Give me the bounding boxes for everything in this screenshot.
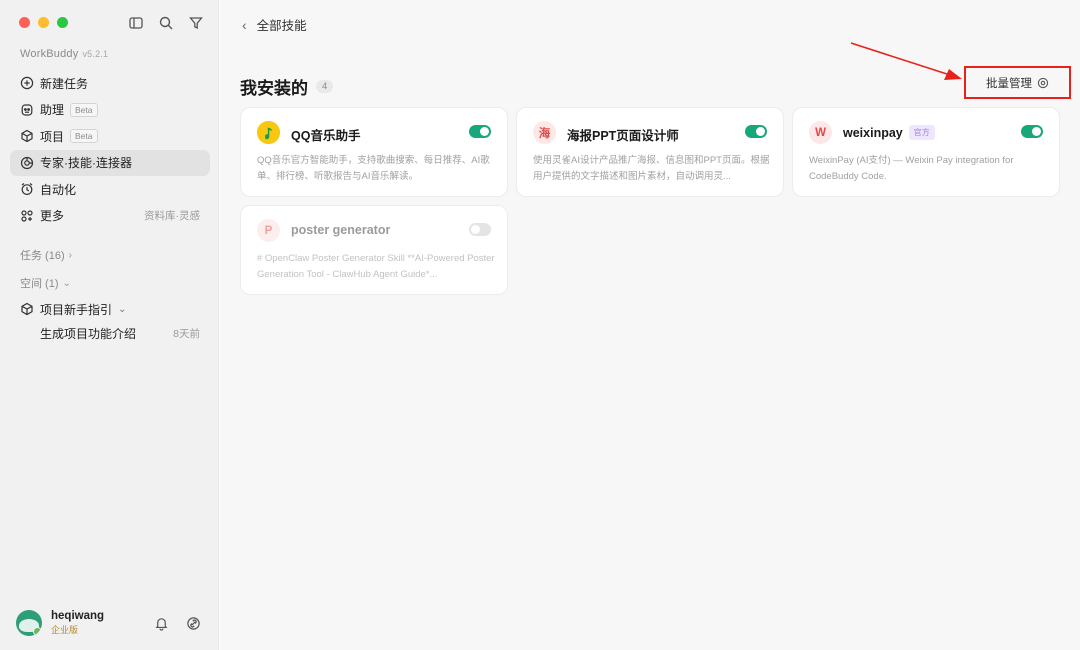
project-task-label: 生成项目功能介绍 bbox=[40, 326, 137, 341]
skill-letter-icon: P bbox=[257, 219, 280, 242]
skill-toggle[interactable] bbox=[469, 125, 491, 138]
skill-name-text: weixinpay bbox=[843, 125, 903, 140]
project-header[interactable]: 项目新手指引 ⌄ bbox=[10, 298, 210, 320]
official-badge: 官方 bbox=[908, 125, 935, 140]
window-controls bbox=[19, 17, 68, 28]
skill-name: weixinpay 官方 bbox=[843, 125, 935, 140]
skill-description: WeixinPay (AI支付) — Weixin Pay integratio… bbox=[809, 155, 1014, 182]
nav-item-label: 更多 bbox=[40, 209, 65, 223]
app-brand: WorkBuddy v5.2.1 bbox=[20, 48, 108, 60]
page-title: 我安装的 bbox=[240, 79, 308, 98]
nav-item-label: 助理 bbox=[40, 103, 65, 117]
sidebar: WorkBuddy v5.2.1 新建任务 助理 Beta 项目 Beta 专家·… bbox=[0, 0, 219, 650]
nav-item-automation[interactable]: 自动化 bbox=[10, 176, 210, 202]
batch-manage-button[interactable]: 批量管理 bbox=[964, 66, 1071, 99]
skill-letter-icon: W bbox=[809, 121, 832, 144]
user-name: heqiwang bbox=[51, 610, 105, 622]
skill-name-text: QQ音乐助手 bbox=[291, 129, 361, 143]
nav-item-label: 自动化 bbox=[40, 182, 77, 197]
skill-card-poster-generator[interactable]: P poster generator # OpenClaw Poster Gen… bbox=[240, 205, 508, 295]
skill-description: # OpenClaw Poster Generator Skill **AI-P… bbox=[257, 253, 495, 280]
nav-item-assistant[interactable]: 助理 Beta bbox=[10, 97, 210, 123]
skill-toggle[interactable] bbox=[1021, 125, 1043, 138]
skill-description: QQ音乐官方智能助手，支持歌曲搜索、每日推荐、AI歌单、排行榜、听歌报告与AI音… bbox=[257, 155, 490, 182]
back-button[interactable]: ‹ 全部技能 bbox=[242, 15, 307, 34]
spaces-section-toggle[interactable]: 空间 (1) ⌄ bbox=[20, 275, 71, 291]
app-version: v5.2.1 bbox=[82, 49, 109, 59]
link-icon[interactable] bbox=[184, 614, 202, 632]
back-label: 全部技能 bbox=[256, 19, 307, 33]
close-window-button[interactable] bbox=[19, 17, 30, 28]
beta-badge: Beta bbox=[70, 102, 98, 117]
zoom-window-button[interactable] bbox=[57, 17, 68, 28]
nav-item-new-task[interactable]: 新建任务 bbox=[10, 70, 210, 96]
beta-badge: Beta bbox=[70, 129, 98, 143]
grid-more-icon bbox=[20, 209, 34, 223]
batch-manage-label: 批量管理 bbox=[986, 77, 1032, 90]
nav-item-project[interactable]: 项目 Beta bbox=[10, 123, 210, 149]
filter-icon[interactable] bbox=[187, 14, 205, 32]
skill-toggle[interactable] bbox=[469, 223, 491, 236]
search-icon[interactable] bbox=[157, 14, 175, 32]
section-heading: 我安装的 4 bbox=[240, 74, 334, 99]
app-name: WorkBuddy bbox=[20, 48, 79, 60]
skill-card-qq-music[interactable]: QQ音乐助手 QQ音乐官方智能助手，支持歌曲搜索、每日推荐、AI歌单、排行榜、听… bbox=[240, 107, 508, 197]
skills-icon bbox=[20, 156, 34, 170]
main-content: ‹ 全部技能 我安装的 4 批量管理 QQ音乐助手 QQ音乐官方智能助手，支持歌… bbox=[220, 0, 1080, 650]
count-badge: 4 bbox=[316, 80, 334, 93]
chevron-right-icon: › bbox=[68, 249, 72, 261]
tasks-section-toggle[interactable]: 任务 (16) › bbox=[20, 247, 72, 263]
tasks-section-label: 任务 (16) bbox=[20, 250, 65, 262]
project-task-item[interactable]: 生成项目功能介绍 8天前 bbox=[10, 320, 210, 346]
sidebar-toolbar bbox=[127, 14, 205, 32]
project-icon bbox=[20, 129, 34, 143]
chevron-down-icon: ⌄ bbox=[118, 303, 127, 315]
skill-name: poster generator bbox=[291, 223, 390, 237]
plus-circle-icon bbox=[20, 76, 34, 90]
user-tier: 企业版 bbox=[51, 625, 79, 635]
project-name: 项目新手指引 bbox=[40, 302, 113, 317]
spaces-section-label: 空间 (1) bbox=[20, 278, 59, 290]
user-profile[interactable]: heqiwang 企业版 bbox=[16, 608, 206, 638]
qq-music-icon bbox=[257, 121, 280, 144]
avatar bbox=[16, 610, 42, 636]
nav-item-hint: 资料库·灵感 bbox=[144, 210, 200, 222]
sidebar-toggle-icon[interactable] bbox=[127, 14, 145, 32]
skill-name-text: poster generator bbox=[291, 223, 391, 237]
skill-name-text: 海报PPT页面设计师 bbox=[567, 129, 679, 143]
nav-item-more[interactable]: 更多 资料库·灵感 bbox=[10, 203, 210, 229]
chevron-down-icon: ⌄ bbox=[62, 277, 71, 289]
skill-name: 海报PPT页面设计师 bbox=[567, 125, 679, 144]
skill-letter-icon: 海 bbox=[533, 121, 556, 144]
alarm-clock-icon bbox=[20, 182, 34, 196]
sidebar-nav: 新建任务 助理 Beta 项目 Beta 专家·技能·连接器 自动化 更多 资料… bbox=[10, 70, 210, 229]
project-group: 项目新手指引 ⌄ 生成项目功能介绍 8天前 bbox=[10, 298, 210, 346]
assistant-icon bbox=[20, 103, 34, 117]
chevron-left-icon: ‹ bbox=[242, 16, 247, 33]
bell-icon[interactable] bbox=[152, 614, 170, 632]
project-task-time: 8天前 bbox=[173, 327, 200, 340]
skill-card-poster-ppt-designer[interactable]: 海 海报PPT页面设计师 使用灵雀AI设计产品推广海报、信息图和PPT页面。根据… bbox=[516, 107, 784, 197]
gear-icon bbox=[1037, 77, 1049, 89]
skill-toggle[interactable] bbox=[745, 125, 767, 138]
skill-card-weixinpay[interactable]: W weixinpay 官方 WeixinPay (AI支付) — Weixin … bbox=[792, 107, 1060, 197]
nav-item-skills[interactable]: 专家·技能·连接器 bbox=[10, 149, 210, 176]
skill-description: 使用灵雀AI设计产品推广海报、信息图和PPT页面。根据用户提供的文字描述和图片素… bbox=[533, 155, 770, 182]
nav-item-label: 项目 bbox=[40, 129, 65, 144]
status-dot bbox=[33, 627, 42, 636]
nav-item-label: 新建任务 bbox=[40, 76, 89, 91]
skill-name: QQ音乐助手 bbox=[291, 125, 360, 144]
project-icon bbox=[20, 302, 34, 316]
annotation-arrow bbox=[850, 42, 962, 80]
minimize-window-button[interactable] bbox=[38, 17, 49, 28]
nav-item-label: 专家·技能·连接器 bbox=[40, 156, 132, 170]
